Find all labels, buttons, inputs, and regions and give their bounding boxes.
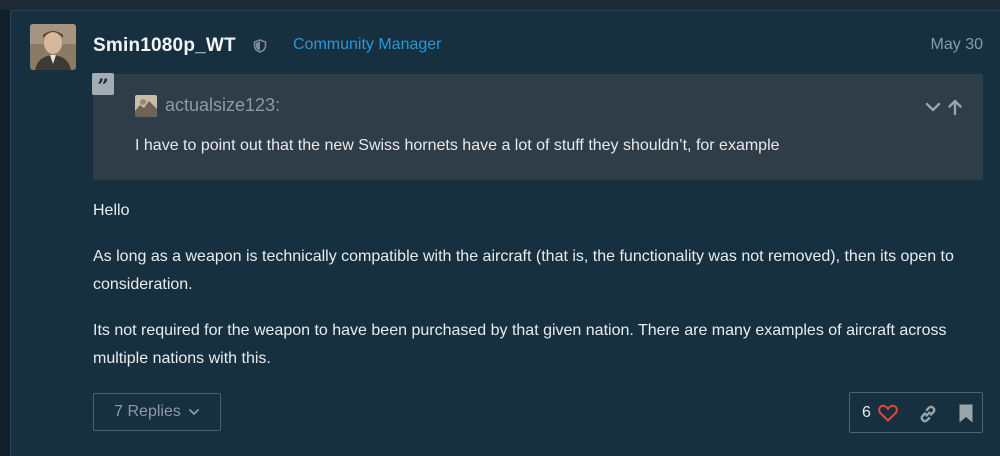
shield-icon — [253, 39, 267, 53]
post-actions: 6 — [849, 392, 983, 433]
quote-text: I have to point out that the new Swiss h… — [135, 137, 780, 154]
quote-avatar — [135, 95, 157, 117]
chevron-down-icon[interactable] — [924, 98, 942, 116]
heart-icon[interactable] — [878, 404, 898, 422]
post-paragraph: Hello — [93, 202, 130, 219]
quote-icon: ” — [92, 73, 114, 98]
user-title[interactable]: Community Manager — [293, 36, 442, 54]
post-paragraph: Its not required for the weapon to have … — [93, 322, 947, 367]
username[interactable]: Smin1080p_WT — [93, 35, 236, 57]
replies-button[interactable]: 7 Replies — [93, 393, 221, 431]
post-paragraph: As long as a weapon is technically compa… — [93, 248, 954, 293]
link-icon[interactable] — [918, 404, 938, 424]
quote-block: ” actualsize123: I have to point out tha… — [92, 73, 983, 180]
chevron-down-icon — [188, 409, 199, 415]
bookmark-icon[interactable] — [959, 404, 973, 423]
forum-post: Smin1080p_WT Community Manager May 30 ” … — [10, 10, 1000, 456]
like-count[interactable]: 6 — [862, 404, 871, 422]
post-date[interactable]: May 30 — [931, 36, 983, 54]
top-band — [0, 0, 1000, 10]
replies-label: 7 Replies — [114, 403, 181, 420]
arrow-up-icon[interactable] — [946, 98, 964, 116]
quote-username[interactable]: actualsize123: — [165, 95, 280, 116]
avatar[interactable] — [30, 24, 76, 70]
